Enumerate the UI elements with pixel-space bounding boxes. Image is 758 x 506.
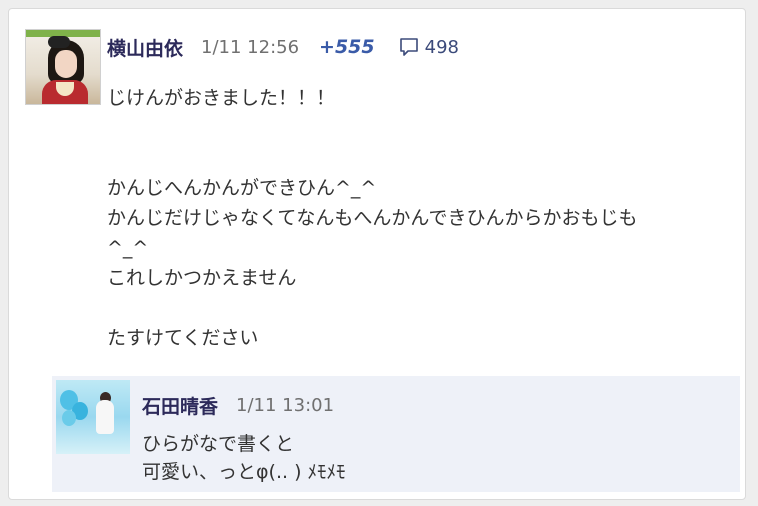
reply-author-avatar[interactable]: [56, 380, 130, 454]
post-body-line: ^_^: [107, 237, 149, 259]
reply-header: 石田晴香 1/11 13:01: [142, 392, 334, 418]
reply-body: ひらがなで書くと 可愛い、っとφ(.. ) ﾒﾓﾒﾓ: [142, 430, 722, 486]
comment-count: 498: [424, 36, 459, 58]
post-body-line: じけんがおきました！！！: [107, 87, 336, 109]
avatar-face: [55, 50, 77, 78]
post-body-line: [107, 293, 737, 323]
reply-comment: 石田晴香 1/11 13:01 ひらがなで書くと 可愛い、っとφ(.. ) ﾒﾓ…: [52, 376, 740, 492]
speech-bubble-icon: [399, 38, 418, 56]
post-header: 横山由依 1/11 12:56 +555 498: [107, 33, 459, 61]
post-timestamp[interactable]: 1/11 12:56: [201, 37, 299, 58]
author-avatar[interactable]: [25, 29, 101, 105]
avatar-ribbon: [48, 36, 70, 48]
avatar-figure: [96, 400, 114, 434]
post-body-line: [107, 113, 737, 143]
post-body-line: かんじへんかんができひん^_^: [107, 177, 377, 199]
like-count[interactable]: +555: [319, 36, 375, 58]
reply-author-name[interactable]: 石田晴香: [142, 392, 218, 419]
comment-count-button[interactable]: 498: [399, 37, 459, 58]
reply-body-line: ひらがなで書くと: [142, 433, 295, 455]
avatar-balloon: [62, 410, 76, 426]
post-body-line: [107, 143, 737, 173]
reply-timestamp[interactable]: 1/11 13:01: [236, 395, 334, 416]
post-body-line: かんじだけじゃなくてなんもへんかんできひんからかおもじも: [107, 207, 638, 229]
author-name[interactable]: 横山由依: [107, 34, 183, 61]
post-body-line: これしかつかえません: [107, 267, 297, 289]
reply-body-line: 可愛い、っとφ(.. ) ﾒﾓﾒﾓ: [142, 461, 346, 483]
post-body: じけんがおきました！！！ かんじへんかんができひん^_^ かんじだけじゃなくてな…: [107, 83, 737, 353]
post-body-line: たすけてください: [107, 327, 259, 349]
